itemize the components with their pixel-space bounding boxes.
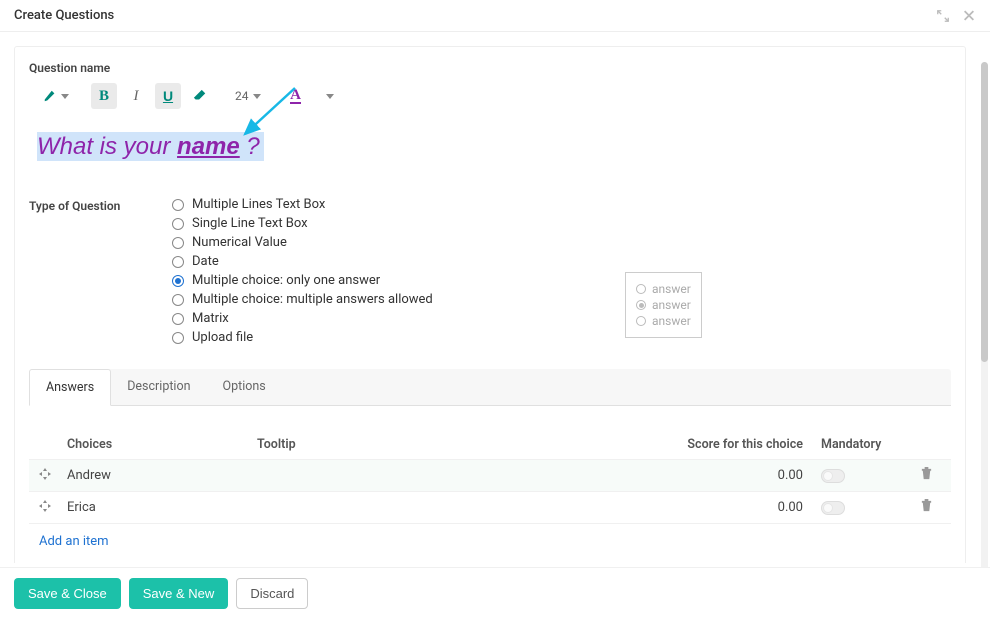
preview-option: answer: [636, 313, 691, 329]
answers-table-header: Choices Tooltip Score for this choice Ma…: [29, 430, 951, 459]
tabs: AnswersDescriptionOptions: [29, 369, 951, 406]
type-option-matrix[interactable]: Matrix: [172, 311, 433, 326]
underline-button[interactable]: U: [155, 83, 181, 109]
delete-row-icon[interactable]: [911, 499, 941, 516]
radio-label: Date: [192, 254, 219, 269]
radio-label: Numerical Value: [192, 235, 287, 250]
clear-format-button[interactable]: [187, 83, 213, 109]
drag-handle-icon[interactable]: [39, 468, 67, 484]
score-cell[interactable]: 0.00: [671, 468, 821, 483]
choice-cell[interactable]: Erica: [67, 500, 257, 515]
tab-description[interactable]: Description: [111, 369, 206, 405]
type-option-multi-line[interactable]: Multiple Lines Text Box: [172, 197, 433, 212]
radio-label: Upload file: [192, 330, 253, 345]
fullscreen-icon[interactable]: [936, 9, 950, 23]
type-option-mc-one[interactable]: Multiple choice: only one answer: [172, 273, 433, 288]
delete-row-icon[interactable]: [911, 467, 941, 484]
answer-row: Erica 0.00: [29, 491, 951, 523]
chevron-down-icon: [253, 94, 261, 99]
radio-icon: [636, 316, 646, 326]
radio-icon: [172, 237, 184, 249]
font-color-picker[interactable]: [315, 83, 341, 109]
mandatory-toggle[interactable]: [821, 469, 845, 483]
question-name-label: Question name: [29, 61, 951, 75]
radio-label: Single Line Text Box: [192, 216, 308, 231]
italic-button[interactable]: I: [123, 83, 149, 109]
col-header-tooltip: Tooltip: [257, 437, 671, 452]
radio-icon: [172, 218, 184, 230]
tab-options[interactable]: Options: [207, 369, 282, 405]
type-option-mc-many[interactable]: Multiple choice: multiple answers allowe…: [172, 292, 433, 307]
col-header-choices: Choices: [67, 437, 257, 452]
col-header-mandatory: Mandatory: [821, 437, 911, 452]
chevron-down-icon: [61, 94, 69, 99]
answer-preview-box: answeransweranswer: [625, 272, 702, 338]
radio-label: Multiple Lines Text Box: [192, 197, 325, 212]
save-close-button[interactable]: Save & Close: [14, 578, 121, 609]
radio-icon: [172, 199, 184, 211]
type-of-question-list: Multiple Lines Text Box Single Line Text …: [172, 197, 433, 345]
type-option-upload[interactable]: Upload file: [172, 330, 433, 345]
radio-label: Matrix: [192, 311, 229, 326]
radio-icon: [636, 300, 646, 310]
style-picker[interactable]: [37, 83, 75, 109]
col-header-score: Score for this choice: [671, 437, 821, 452]
scrollbar-track[interactable]: [981, 62, 988, 619]
type-of-question-label: Type of Question: [29, 197, 144, 213]
tab-answers[interactable]: Answers: [29, 369, 111, 406]
font-color-button[interactable]: A: [283, 83, 309, 109]
add-answer-link[interactable]: Add an item: [29, 523, 951, 559]
type-option-numeric[interactable]: Numerical Value: [172, 235, 433, 250]
save-new-button[interactable]: Save & New: [129, 578, 229, 609]
font-size-picker[interactable]: 24: [229, 83, 267, 109]
answer-row: Andrew 0.00: [29, 459, 951, 491]
type-option-single-line[interactable]: Single Line Text Box: [172, 216, 433, 231]
preview-option: answer: [636, 297, 691, 313]
scrollbar-thumb[interactable]: [981, 62, 988, 362]
score-cell[interactable]: 0.00: [671, 500, 821, 515]
rich-text-toolbar: B I U 24 A: [37, 83, 951, 109]
bold-button[interactable]: B: [91, 83, 117, 109]
radio-icon: [172, 313, 184, 325]
preview-option: answer: [636, 281, 691, 297]
discard-button[interactable]: Discard: [236, 578, 308, 609]
radio-icon: [172, 275, 184, 287]
mandatory-toggle[interactable]: [821, 501, 845, 515]
choice-cell[interactable]: Andrew: [67, 468, 257, 483]
radio-icon: [172, 332, 184, 344]
modal-title: Create Questions: [14, 8, 114, 23]
question-name-editor[interactable]: What is your name ?: [37, 125, 951, 185]
radio-icon: [172, 294, 184, 306]
type-option-date[interactable]: Date: [172, 254, 433, 269]
radio-icon: [172, 256, 184, 268]
radio-icon: [636, 284, 646, 294]
drag-handle-icon[interactable]: [39, 500, 67, 516]
radio-label: Multiple choice: multiple answers allowe…: [192, 292, 433, 307]
footer-actions: Save & Close Save & New Discard: [0, 567, 990, 619]
radio-label: Multiple choice: only one answer: [192, 273, 380, 288]
close-icon[interactable]: [962, 9, 976, 23]
chevron-down-icon: [326, 94, 334, 99]
